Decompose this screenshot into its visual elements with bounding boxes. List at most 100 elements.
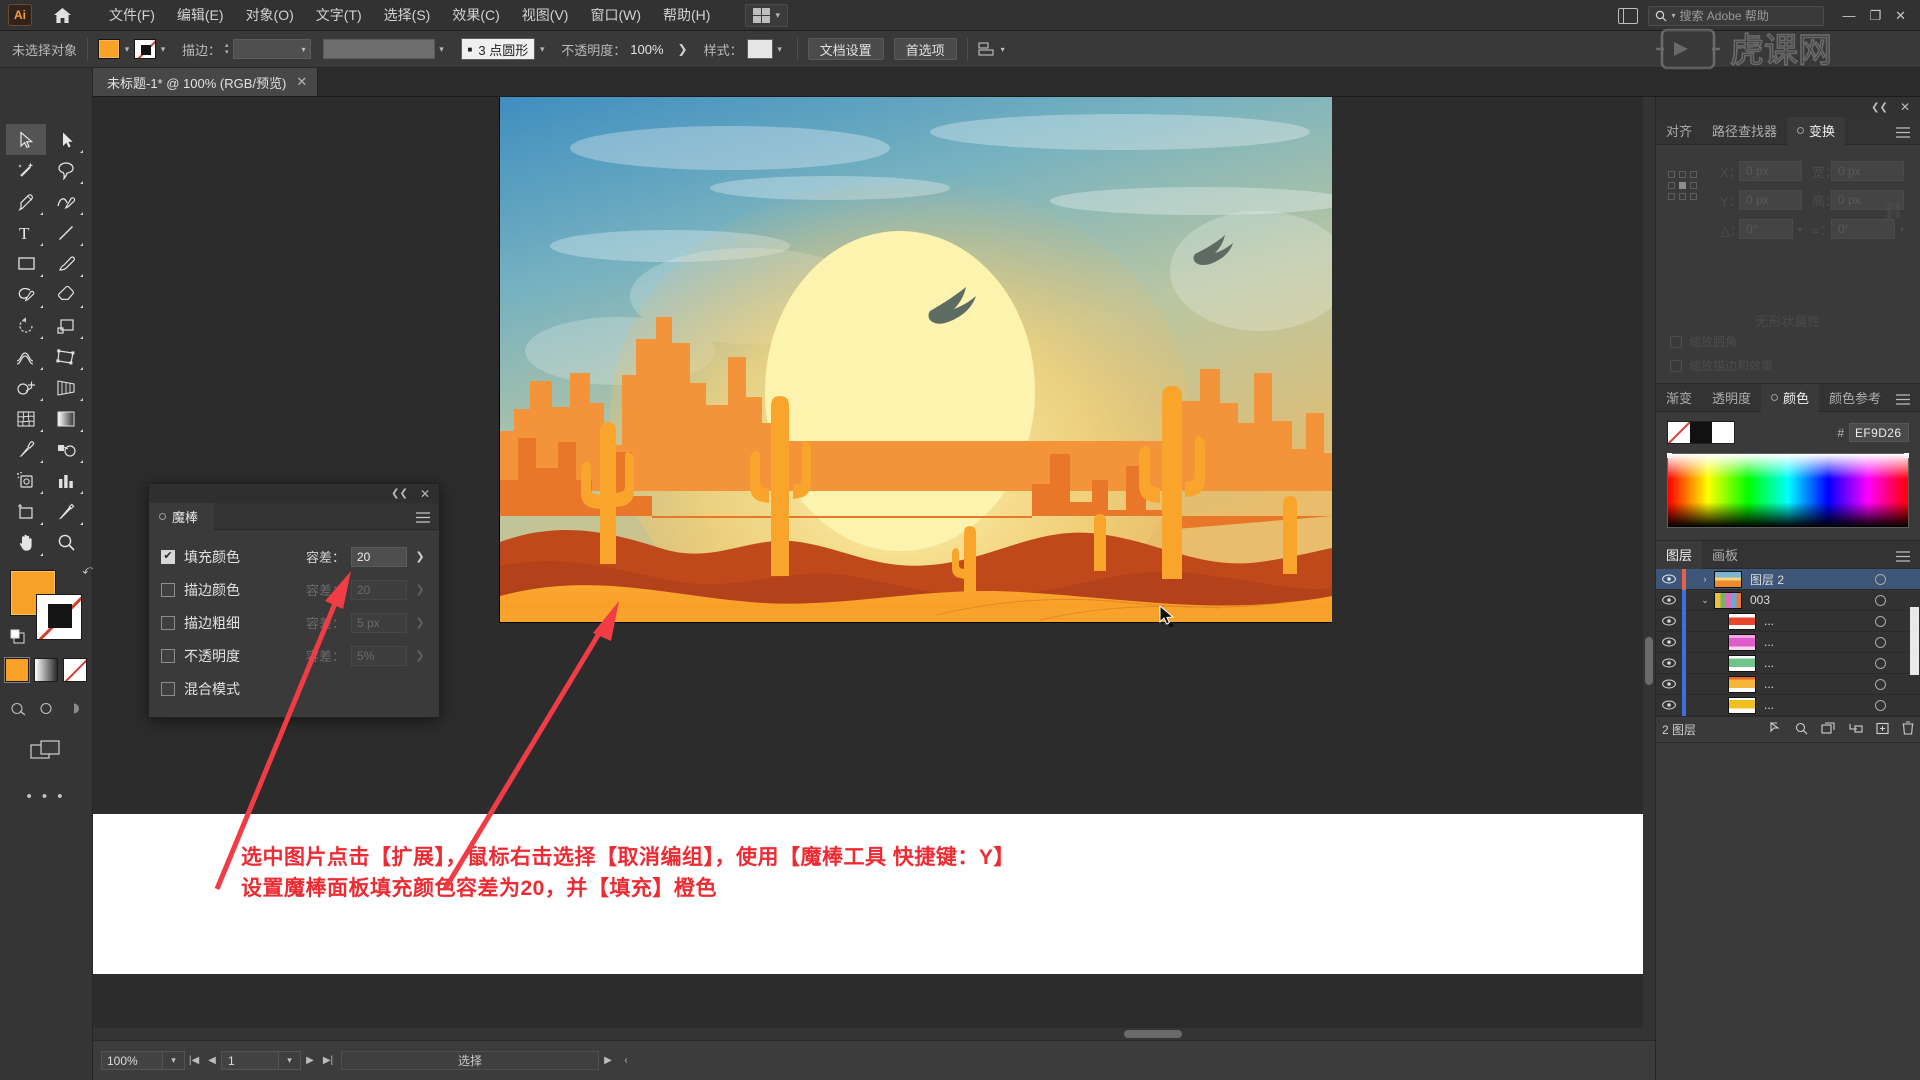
checkbox-scale-strokes[interactable]: 缩放描边和效果: [1670, 357, 1773, 374]
panel-menu-icon[interactable]: [1896, 550, 1910, 565]
layer-name[interactable]: ...: [1764, 698, 1920, 712]
field-y[interactable]: Y： 0 px: [1720, 190, 1802, 210]
selection-tool[interactable]: [6, 124, 46, 155]
create-new-layer-icon[interactable]: [1876, 722, 1889, 738]
paintbrush-tool[interactable]: [46, 248, 86, 279]
field-x[interactable]: X： 0 px: [1720, 161, 1802, 181]
brush-definition-field[interactable]: ■ 3 点圆形: [460, 38, 536, 60]
symbol-sprayer-tool[interactable]: [6, 465, 46, 496]
locate-object-icon[interactable]: [1769, 721, 1782, 738]
constrain-proportions-icon[interactable]: ⛓: [1882, 201, 1904, 221]
rectangle-tool[interactable]: [6, 248, 46, 279]
layer-name[interactable]: ...: [1764, 614, 1920, 628]
document-setup-button[interactable]: 文档设置: [807, 38, 884, 60]
collapse-arrow-icon[interactable]: ⌄: [1696, 595, 1714, 606]
default-fill-stroke-icon[interactable]: [10, 629, 26, 648]
tab-color[interactable]: 颜色: [1761, 383, 1820, 412]
eyedropper-tool[interactable]: [6, 434, 46, 465]
layer-name[interactable]: ...: [1764, 635, 1920, 649]
transform-panel-titlebar[interactable]: ❮❮ ✕: [1656, 97, 1920, 117]
tab-magic-wand[interactable]: 魔棒: [149, 502, 215, 530]
stroke-color-swatch[interactable]: [36, 594, 82, 640]
tab-align[interactable]: 对齐: [1656, 117, 1702, 145]
menu-edit[interactable]: 编辑(E): [166, 0, 235, 30]
magic-wand-panel-titlebar[interactable]: ❮❮ ✕: [149, 484, 439, 503]
free-transform-tool[interactable]: [46, 341, 86, 372]
magic-wand-tool[interactable]: [6, 155, 46, 186]
menu-window[interactable]: 窗口(W): [579, 0, 652, 30]
gradient-mode-button[interactable]: [34, 658, 58, 682]
target-indicator-icon[interactable]: [1875, 658, 1886, 669]
gradient-tool[interactable]: [46, 403, 86, 434]
target-indicator-icon[interactable]: [1875, 700, 1886, 711]
layer-row-1[interactable]: › 图层 2: [1656, 568, 1920, 590]
menu-file[interactable]: 文件(F): [98, 0, 166, 30]
close-icon[interactable]: ✕: [1900, 100, 1910, 114]
target-indicator-icon[interactable]: [1875, 616, 1886, 627]
stroke-profile-preview[interactable]: [322, 39, 435, 59]
style-dropdown-icon[interactable]: ▾: [773, 39, 787, 59]
eraser-tool[interactable]: [46, 279, 86, 310]
delete-icon[interactable]: [1902, 721, 1914, 738]
visibility-icon[interactable]: [1656, 574, 1682, 584]
opacity-expand-icon[interactable]: ❯: [678, 42, 688, 56]
align-dropdown[interactable]: ▾: [978, 42, 1005, 57]
fill-dropdown-icon[interactable]: ▾: [120, 39, 134, 59]
opacity-value[interactable]: 100%: [630, 42, 663, 57]
blend-tool[interactable]: [46, 434, 86, 465]
target-indicator-icon[interactable]: [1875, 595, 1886, 606]
option-row-blending-mode[interactable]: 混合模式: [149, 672, 439, 705]
collapse-icon[interactable]: ❮❮: [391, 488, 408, 499]
panel-menu-icon[interactable]: [1896, 126, 1910, 141]
checkbox-blending-mode[interactable]: [161, 681, 175, 696]
option-row-stroke-color[interactable]: 描边颜色 容差： 20 ❯: [149, 573, 439, 606]
column-graph-tool[interactable]: [46, 465, 86, 496]
menu-effect[interactable]: 效果(C): [441, 0, 510, 30]
artboard-number-field[interactable]: 1: [221, 1051, 279, 1070]
stroke-swatch[interactable]: [134, 39, 157, 59]
search-adobe-help[interactable]: ▾ 搜索 Adobe 帮助: [1648, 5, 1825, 26]
tolerance-input-fill[interactable]: 20: [351, 546, 407, 567]
graphic-style-swatch[interactable]: [746, 39, 773, 59]
draw-normal-icon[interactable]: [7, 698, 29, 718]
visibility-icon[interactable]: [1656, 658, 1682, 668]
menu-select[interactable]: 选择(S): [373, 0, 442, 30]
layers-scrollbar[interactable]: [1910, 581, 1919, 701]
collapse-icon[interactable]: ❮❮: [1871, 102, 1888, 113]
shape-builder-tool[interactable]: [6, 372, 46, 403]
magic-wand-panel[interactable]: ❮❮ ✕ 魔棒 填充颜色 容差： 20 ❯: [148, 483, 440, 718]
perspective-grid-tool[interactable]: [46, 372, 86, 403]
swatch-none[interactable]: [1668, 422, 1690, 443]
home-icon[interactable]: [48, 7, 76, 24]
layer-name[interactable]: ...: [1764, 656, 1920, 670]
hex-input[interactable]: EF9D26: [1849, 423, 1909, 442]
tab-artboards[interactable]: 画板: [1702, 541, 1748, 569]
workspace-switcher-icon[interactable]: [1618, 7, 1639, 24]
checkbox-stroke-weight[interactable]: [161, 615, 175, 630]
status-collapse-icon[interactable]: ‹: [617, 1051, 635, 1070]
document-tab[interactable]: 未标题-1* @ 100% (RGB/预览) ✕: [93, 68, 319, 96]
menu-help[interactable]: 帮助(H): [652, 0, 721, 30]
layer-row-6[interactable]: ...: [1656, 673, 1920, 695]
width-tool[interactable]: [6, 341, 46, 372]
layer-row-7[interactable]: ...: [1656, 694, 1920, 716]
screen-mode-button[interactable]: [0, 738, 92, 762]
option-row-fill-color[interactable]: 填充颜色 容差： 20 ❯: [149, 540, 439, 573]
create-sublayer-icon[interactable]: [1848, 722, 1863, 738]
tab-color-guide[interactable]: 颜色参考: [1819, 384, 1891, 412]
draw-behind-icon[interactable]: [35, 698, 57, 718]
create-new-sublayer-icon[interactable]: [1821, 721, 1835, 738]
stroke-weight-field[interactable]: ▾: [232, 39, 311, 59]
canvas-vertical-scrollbar[interactable]: [1643, 97, 1655, 1028]
layer-row-4[interactable]: ...: [1656, 631, 1920, 653]
color-spectrum[interactable]: [1667, 453, 1909, 528]
tab-transform[interactable]: 变换: [1787, 116, 1846, 145]
checkbox-opacity[interactable]: [161, 648, 175, 663]
field-angle[interactable]: △： 0° ▾: [1720, 219, 1802, 239]
canvas-horizontal-scrollbar[interactable]: [93, 1028, 1655, 1040]
zoom-dropdown-icon[interactable]: ▾: [163, 1051, 185, 1070]
artboard[interactable]: [499, 97, 1332, 623]
layer-name[interactable]: ...: [1764, 677, 1920, 691]
preferences-button[interactable]: 首选项: [893, 38, 957, 60]
artboard-dropdown-icon[interactable]: ▾: [279, 1051, 301, 1070]
